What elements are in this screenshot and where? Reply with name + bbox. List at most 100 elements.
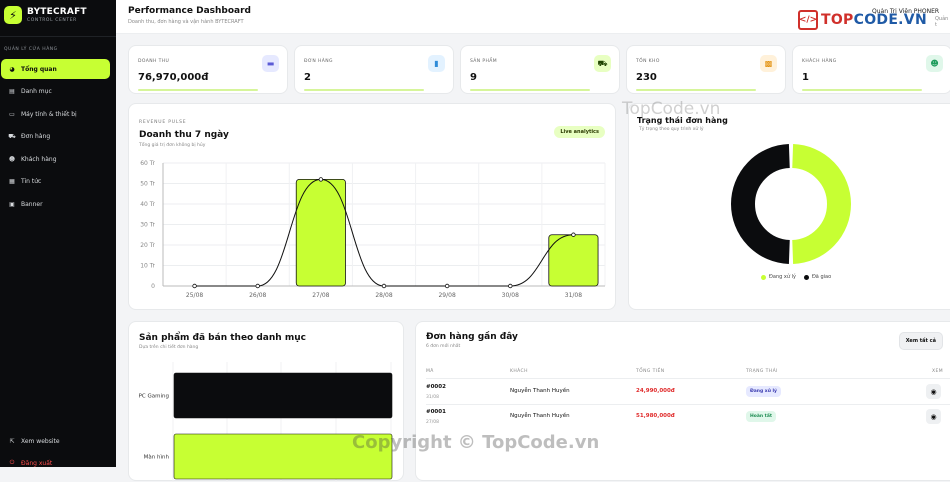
page-subtitle: Doanh thu, đơn hàng và vận hành BYTECRAF… [128,19,244,25]
pie-chart-icon: ◕ [9,65,15,73]
stat-label: DOANH THU [138,59,170,64]
order-customer: Nguyễn Thanh Huyền [510,388,570,394]
sidebar-divider [0,36,116,37]
products-by-category-card: Sản phẩm đã bán theo danh mục Dựa trên c… [128,321,404,482]
order-id: #0001 [426,409,446,415]
x-tick-label: 30/08 [502,292,519,299]
revenue-point [192,283,197,289]
stat-value: 2 [304,72,311,83]
sidebar-item-banner[interactable]: ▣ Banner [1,194,110,214]
order-total: 24,990,000đ [636,388,675,394]
category-bar [173,372,393,419]
y-tick-label: 50 Tr [140,181,155,188]
column-header-view: XEM [932,369,944,374]
x-tick-label: 26/08 [249,292,266,299]
order-total: 51,980,000đ [636,413,675,419]
stat-label: ĐƠN HÀNG [304,59,333,64]
sidebar-item-orders[interactable]: ⛟ Đơn hàng [1,127,110,147]
cart-icon: ⛟ [8,132,16,140]
sidebar-item-label: Máy tính & thiết bị [21,110,77,118]
y-tick-label: 10 Tr [140,263,155,270]
donut-slice [731,144,791,264]
view-all-button[interactable]: Xem tất cả [898,332,943,350]
legend-label: Đang xử lý [769,274,796,280]
legend-item-delivered[interactable]: Đã giao [803,274,832,280]
page-title: Performance Dashboard [128,6,251,16]
view-order-button[interactable]: ◉ [926,409,941,424]
stat-value: 76,970,000đ [138,72,209,83]
x-tick-label: 25/08 [186,292,203,299]
y-tick-label: 40 Tr [140,201,155,208]
legend-label: Đã giao [811,274,832,280]
column-header-customer: KHÁCH [510,369,528,374]
revenue-chart: 0 10 Tr 20 Tr 30 Tr 40 Tr 50 Tr 60 Tr 25/08 26/0… [140,160,606,299]
brand[interactable]: ⚡ BYTECRAFT CONTROL CENTER [4,6,87,24]
status-badge: Hoàn tất [746,411,777,422]
column-header-status: TRẠNG THÁI [746,369,778,374]
stat-accent-bar [636,89,756,91]
revenue-point [381,283,387,289]
copyright-watermark: Copyright © TopCode.vn [352,432,600,453]
brand-subtitle: CONTROL CENTER [27,18,77,23]
wallet-icon: ▬ [262,55,279,72]
users-icon: ☻ [926,55,943,72]
image-icon: ▣ [9,200,15,208]
revenue-bar [548,234,599,287]
x-tick-label: 31/08 [565,292,582,299]
sidebar-item-overview[interactable]: ◕ Tổng quan [1,59,110,79]
stat-card-orders: ĐƠN HÀNG 2 ▮ [294,45,454,94]
column-header-id: MÃ [426,369,434,374]
sidebar-footer: ⇱ Xem website ⏻ Đăng xuất [0,431,116,475]
legend-item-processing[interactable]: Đang xử lý [761,274,796,280]
stat-card-revenue: DOANH THU 76,970,000đ ▬ [128,45,288,94]
revenue-point [571,232,576,237]
table-header-divider [426,378,950,379]
category-label: PC Gaming [139,394,169,400]
logout-label: Đăng xuất [21,459,53,467]
y-tick-label: 60 Tr [140,160,155,167]
recent-orders-card: Đơn hàng gần đây 6 đơn mới nhất Xem tất … [415,321,950,481]
legend-dot [803,274,809,280]
view-website-link[interactable]: ⇱ Xem website [1,431,110,451]
stat-value: 230 [636,72,657,83]
sidebar-item-label: Tin tức [21,178,42,185]
donut-legend: Đang xử lý Đã giao [761,274,839,280]
revenue-point [508,283,513,289]
sidebar: ⚡ BYTECRAFT CONTROL CENTER QUẢN LÝ CỬA H… [0,0,116,467]
status-badge: Đang xử lý [746,386,781,397]
order-id: #0002 [426,384,446,390]
sidebar-item-categories[interactable]: ▤ Danh mục [1,82,110,102]
stat-card-customers: KHÁCH HÀNG 1 ☻ [792,45,950,94]
sidebar-item-label: Tổng quan [21,65,57,73]
x-tick-label: 29/08 [438,292,455,299]
legend-dot [761,274,766,280]
user-name[interactable]: Quản Trị Viên PHONER [872,8,939,15]
external-icon: ⇱ [9,437,15,445]
category-label: Màn hình [144,454,170,461]
logout-link[interactable]: ⏻ Đăng xuất [1,453,110,473]
stat-label: TỒN KHO [636,59,660,64]
stat-accent-bar [470,89,590,91]
order-date: 31/08 [426,395,439,400]
eye-icon: ◉ [930,387,937,396]
stat-card-stock: TỒN KHO 230 ▩ [626,45,786,94]
view-website-label: Xem website [21,437,60,445]
row-divider [426,404,950,405]
sidebar-item-customers[interactable]: ☻ Khách hàng [1,149,110,169]
sidebar-item-computers[interactable]: ▭ Máy tính & thiết bị [1,104,110,124]
news-icon: ▦ [9,178,15,185]
revenue-line [194,178,574,287]
sidebar-item-news[interactable]: ▦ Tin tức [1,172,110,192]
x-tick-label: 28/08 [375,292,392,299]
users-icon: ☻ [8,155,16,163]
brand-name: BYTECRAFT [27,7,87,17]
column-header-total: TỔNG TIỀN [636,369,665,374]
stat-value: 1 [802,72,809,83]
stat-label: SẢN PHẨM [470,59,497,64]
y-tick-label: 20 Tr [140,242,155,249]
user-role: Quản t [935,16,949,28]
watermark-logo-text-a: TOP [821,12,854,28]
stat-accent-bar [802,89,922,91]
stat-accent-bar [304,89,424,91]
view-order-button[interactable]: ◉ [926,384,941,399]
